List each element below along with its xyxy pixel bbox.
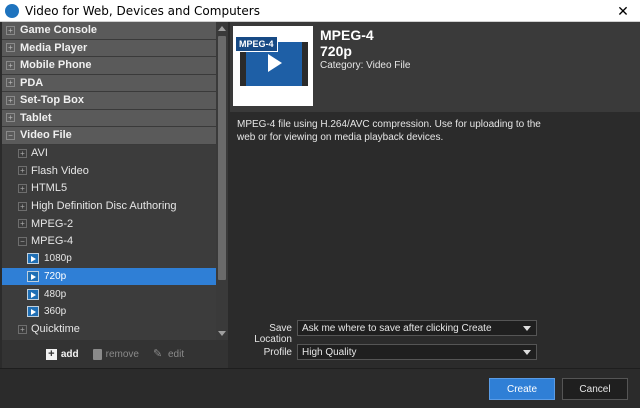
- add-button[interactable]: + add: [45, 348, 79, 360]
- scroll-down-icon[interactable]: [218, 331, 226, 336]
- expand-icon[interactable]: +: [6, 43, 15, 53]
- plus-icon: +: [45, 348, 57, 360]
- preset-480p[interactable]: 480p: [2, 285, 216, 303]
- preset-details: MPEG-4 MPEG-4 720p Category: Video File …: [230, 22, 640, 368]
- category-mobile-phone[interactable]: + Mobile Phone: [2, 57, 216, 75]
- category-media-player[interactable]: + Media Player: [2, 39, 216, 57]
- edit-label: edit: [168, 348, 185, 360]
- play-icon: [268, 54, 282, 72]
- window-title: Video for Web, Devices and Computers: [25, 3, 260, 18]
- category-label: Media Player: [20, 41, 88, 54]
- expand-icon[interactable]: +: [18, 183, 27, 193]
- preset-header: MPEG-4 MPEG-4 720p Category: Video File: [230, 22, 640, 112]
- preset-360p[interactable]: 360p: [2, 303, 216, 321]
- remove-button[interactable]: remove: [92, 348, 139, 360]
- expand-icon[interactable]: +: [6, 113, 15, 123]
- dialog-footer: Create Cancel: [0, 368, 640, 408]
- expand-icon[interactable]: +: [6, 25, 15, 35]
- category-label: Mobile Phone: [20, 59, 92, 72]
- chevron-down-icon: [523, 350, 531, 355]
- format-label: MPEG-4: [31, 235, 74, 248]
- category-label: PDA: [20, 76, 44, 89]
- edit-button[interactable]: ✎ edit: [153, 347, 185, 360]
- expand-icon[interactable]: +: [18, 166, 27, 176]
- preset-1080p[interactable]: 1080p: [2, 250, 216, 268]
- category-label: Tablet: [20, 111, 52, 124]
- category-game-console[interactable]: + Game Console: [2, 22, 216, 40]
- preset-description: MPEG-4 file using H.264/AVC compression.…: [237, 119, 541, 143]
- preset-category: Category: Video File: [320, 60, 411, 71]
- app-icon: [5, 3, 19, 18]
- expand-icon[interactable]: +: [18, 148, 27, 158]
- format-mpeg-2[interactable]: + MPEG-2: [2, 215, 216, 233]
- video-preset-icon: [27, 270, 39, 282]
- expand-icon[interactable]: +: [18, 201, 27, 211]
- expand-icon[interactable]: +: [18, 219, 27, 229]
- expand-icon[interactable]: +: [18, 324, 27, 334]
- category-video-file[interactable]: − Video File: [2, 127, 216, 145]
- save-location-label: Save Location: [254, 323, 292, 345]
- expand-icon[interactable]: +: [6, 78, 15, 88]
- category-tablet[interactable]: + Tablet: [2, 109, 216, 127]
- format-label: Quicktime: [31, 323, 80, 336]
- preset-title: MPEG-4: [320, 27, 374, 43]
- preset-browser: + Game Console + Media Player + Mobile Phon…: [2, 22, 228, 340]
- expand-icon[interactable]: +: [6, 60, 15, 70]
- title-bar: Video for Web, Devices and Computers ✕: [0, 0, 640, 22]
- add-label: add: [60, 348, 79, 360]
- profile-select[interactable]: High Quality: [297, 344, 537, 360]
- video-preset-icon: [27, 253, 39, 265]
- collapse-icon[interactable]: −: [18, 236, 27, 246]
- category-set-top-box[interactable]: + Set-Top Box: [2, 92, 216, 110]
- preset-label: 1080p: [44, 253, 72, 265]
- format-flash-video[interactable]: + Flash Video: [2, 162, 216, 180]
- preset-toolbar: + add remove ✎ edit: [2, 340, 228, 368]
- category-pda[interactable]: + PDA: [2, 74, 216, 92]
- preset-thumbnail: MPEG-4: [233, 26, 313, 106]
- format-badge: MPEG-4: [235, 36, 278, 52]
- format-label: AVI: [31, 147, 48, 160]
- format-hd-disc-authoring[interactable]: + High Definition Disc Authoring: [2, 197, 216, 215]
- create-button[interactable]: Create: [489, 378, 555, 400]
- close-icon[interactable]: ✕: [606, 0, 640, 22]
- preset-label: 720p: [44, 270, 67, 282]
- save-location-select[interactable]: Ask me where to save after clicking Crea…: [297, 320, 537, 336]
- video-preset-icon: [27, 288, 39, 300]
- preset-label: 360p: [44, 306, 67, 318]
- category-label: Game Console: [20, 24, 98, 37]
- format-label: MPEG-2: [31, 217, 74, 230]
- preset-tree: + Game Console + Media Player + Mobile Phon…: [2, 22, 216, 340]
- format-label: Flash Video: [31, 164, 89, 177]
- profile-label: Profile: [263, 347, 292, 358]
- preset-subtitle: 720p: [320, 43, 352, 59]
- scroll-up-icon[interactable]: [218, 26, 226, 31]
- trash-icon: [92, 348, 102, 360]
- preset-label: 480p: [44, 288, 67, 300]
- expand-icon[interactable]: +: [6, 95, 15, 105]
- save-location-value: Ask me where to save after clicking Crea…: [302, 322, 492, 334]
- preset-720p[interactable]: 720p: [2, 267, 216, 286]
- pencil-icon: ✎: [153, 347, 163, 360]
- format-quicktime[interactable]: + Quicktime: [2, 320, 216, 338]
- remove-label: remove: [105, 348, 139, 360]
- chevron-down-icon: [523, 326, 531, 331]
- profile-value: High Quality: [302, 346, 357, 358]
- format-html5[interactable]: + HTML5: [2, 180, 216, 198]
- format-avi[interactable]: + AVI: [2, 145, 216, 163]
- format-mpeg-4[interactable]: − MPEG-4: [2, 232, 216, 250]
- category-label: Video File: [20, 129, 72, 142]
- category-label: Set-Top Box: [20, 94, 84, 107]
- format-label: HTML5: [31, 182, 68, 195]
- format-label: High Definition Disc Authoring: [31, 200, 177, 213]
- collapse-icon[interactable]: −: [6, 130, 15, 140]
- video-preset-icon: [27, 306, 39, 318]
- scroll-thumb[interactable]: [218, 36, 226, 280]
- tree-scrollbar[interactable]: [216, 22, 228, 340]
- cancel-button[interactable]: Cancel: [562, 378, 628, 400]
